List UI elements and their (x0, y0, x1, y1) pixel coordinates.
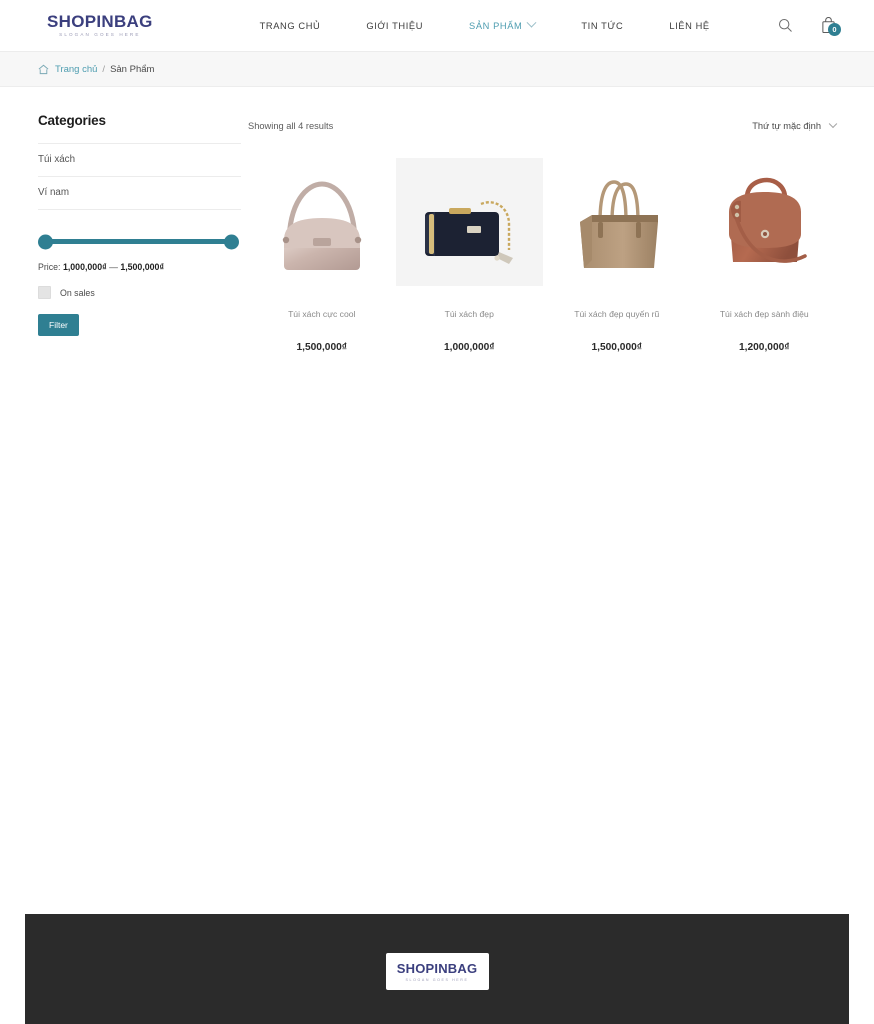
slider-track[interactable] (38, 234, 239, 249)
search-icon[interactable] (778, 18, 793, 33)
product-image[interactable] (691, 158, 839, 286)
nav-label: SẢN PHẨM (469, 20, 523, 31)
header-actions: 0 (778, 17, 841, 36)
product-price: 1,500,000₫ (296, 342, 348, 353)
product-image[interactable] (248, 158, 396, 286)
categories-heading: Categories (38, 113, 106, 128)
product-title: Túi xách cực cool (288, 309, 356, 319)
nav-item-home[interactable]: TRANG CHỦ (237, 21, 344, 31)
price-min-value: 1,000,000₫ (62, 262, 107, 272)
breadcrumb: Trang chủ / Sản Phẩm (0, 52, 874, 87)
on-sales-label: On sales (60, 287, 95, 298)
product-listing: Showing all 4 results Thứ tự mặc định Tú… (248, 113, 838, 353)
price-range-label: Price: 1,000,000₫ — 1,500,000₫ (38, 262, 241, 272)
nav-label: LIÊN HỆ (669, 20, 710, 31)
filter-sidebar: Categories Túi xách Ví nam Price: 1,000,… (38, 113, 241, 353)
price-range-slider[interactable] (38, 234, 241, 249)
product-card[interactable]: Túi xách cực cool 1,500,000₫ (248, 158, 396, 353)
chevron-down-icon (828, 119, 838, 129)
product-title: Túi xách đẹp quyến rũ (574, 309, 660, 319)
logo-text: SHOPINBAG (47, 12, 153, 32)
home-icon[interactable] (38, 64, 49, 75)
slider-handle-max[interactable] (224, 234, 239, 249)
price-max-value: 1,500,000₫ (120, 262, 164, 272)
site-header: SHOPINBAG SLOGAN GOES HERE TRANG CHỦ GIỚ… (0, 0, 874, 52)
product-card[interactable]: Túi xách đẹp quyến rũ 1,500,000₫ (543, 158, 691, 353)
price-prefix: Price: (38, 262, 61, 272)
product-price: 1,000,000₫ (443, 342, 495, 353)
nav-label: TIN TỨC (581, 20, 624, 31)
main-navigation: TRANG CHỦ GIỚI THIỆU SẢN PHẨM TIN TỨC LI… (237, 17, 733, 31)
product-card[interactable]: Túi xách đẹp 1,000,000₫ (395, 158, 543, 353)
results-count: Showing all 4 results (248, 121, 334, 131)
footer-logo-slogan: SLOGAN GOES HERE (405, 978, 469, 982)
product-image[interactable] (543, 158, 691, 286)
product-image[interactable] (395, 158, 543, 286)
breadcrumb-separator: / (102, 63, 106, 75)
sort-value: Thứ tự mặc định (752, 121, 821, 131)
filter-button[interactable]: Filter (38, 314, 79, 336)
breadcrumb-home-link[interactable]: Trang chủ (55, 64, 97, 75)
nav-label: GIỚI THIỆU (366, 20, 424, 31)
breadcrumb-current: Sản Phẩm (110, 63, 155, 75)
product-price: 1,200,000₫ (738, 342, 790, 353)
product-title: Túi xách đẹp sành điệu (719, 309, 809, 319)
price-dash: — (109, 262, 118, 272)
cart-button[interactable]: 0 (821, 17, 841, 36)
footer-logo-text: SHOPINBAG (396, 961, 478, 976)
on-sales-checkbox[interactable] (38, 286, 51, 299)
site-footer: SHOPINBAG SLOGAN GOES HERE (25, 914, 849, 1024)
chevron-down-icon (526, 17, 537, 28)
slider-handle-min[interactable] (38, 234, 53, 249)
nav-item-products[interactable]: SẢN PHẨM (446, 17, 558, 31)
site-logo[interactable]: SHOPINBAG SLOGAN GOES HERE (47, 13, 153, 38)
on-sales-filter-row: On sales (38, 286, 241, 299)
nav-item-contact[interactable]: LIÊN HỆ (646, 21, 732, 31)
category-item-tui-xach[interactable]: Túi xách (38, 143, 241, 176)
cart-count-badge: 0 (828, 23, 841, 36)
categories-list: Túi xách Ví nam (38, 143, 241, 210)
product-grid: Túi xách cực cool 1,500,000₫ Túi xách đẹ… (248, 158, 838, 353)
main-content: Categories Túi xách Ví nam Price: 1,000,… (0, 87, 874, 353)
nav-label: TRANG CHỦ (259, 20, 321, 31)
category-item-vi-nam[interactable]: Ví nam (38, 176, 241, 209)
sort-dropdown[interactable]: Thứ tự mặc định (752, 119, 838, 131)
nav-item-news[interactable]: TIN TỨC (558, 21, 646, 31)
footer-bottom-text (42, 1013, 832, 1019)
product-price: 1,500,000₫ (591, 342, 643, 353)
footer-logo[interactable]: SHOPINBAG SLOGAN GOES HERE (385, 953, 489, 990)
listing-toolbar: Showing all 4 results Thứ tự mặc định (248, 113, 838, 131)
logo-slogan: SLOGAN GOES HERE (59, 32, 141, 38)
product-card[interactable]: Túi xách đẹp sành điệu 1,200,000₫ (691, 158, 839, 353)
product-title: Túi xách đẹp (444, 309, 494, 319)
nav-item-about[interactable]: GIỚI THIỆU (343, 21, 446, 31)
